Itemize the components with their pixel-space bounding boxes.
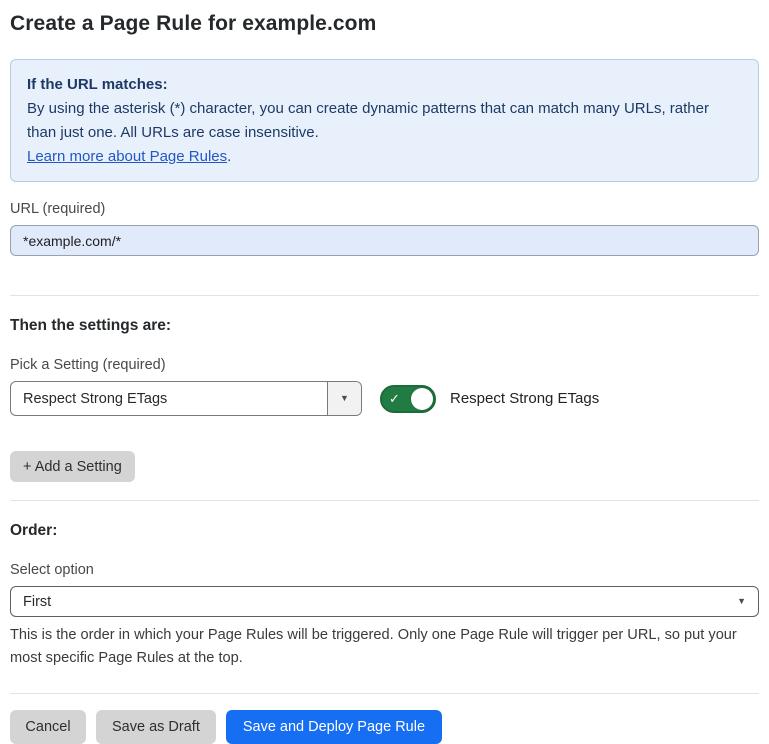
info-box-body: By using the asterisk (*) character, you… — [27, 97, 742, 145]
footer-divider — [10, 693, 759, 694]
url-match-info-box: If the URL matches: By using the asteris… — [10, 59, 759, 182]
learn-more-link[interactable]: Learn more about Page Rules — [27, 148, 227, 165]
order-select-label: Select option — [10, 562, 759, 578]
toggle-label: Respect Strong ETags — [450, 390, 599, 407]
setting-select-arrow-button[interactable]: ▼ — [327, 382, 361, 415]
chevron-down-icon: ▼ — [340, 394, 349, 403]
setting-select[interactable]: Respect Strong ETags ▼ — [10, 381, 362, 416]
info-box-heading: If the URL matches: — [27, 73, 742, 97]
toggle-knob — [411, 388, 433, 410]
page-rule-form: Create a Page Rule for example.com If th… — [0, 0, 769, 744]
url-field-label: URL (required) — [10, 201, 759, 217]
order-help-text: This is the order in which your Page Rul… — [10, 624, 759, 669]
settings-heading: Then the settings are: — [10, 317, 759, 335]
add-setting-button[interactable]: + Add a Setting — [10, 451, 135, 482]
footer-actions: Cancel Save as Draft Save and Deploy Pag… — [10, 710, 759, 744]
check-icon: ✓ — [389, 391, 400, 407]
save-deploy-button[interactable]: Save and Deploy Page Rule — [226, 710, 442, 744]
order-select[interactable]: First ▼ — [10, 586, 759, 617]
order-select-value: First — [11, 594, 737, 610]
cancel-button[interactable]: Cancel — [10, 710, 86, 744]
chevron-down-icon: ▼ — [737, 597, 746, 606]
order-heading: Order: — [10, 522, 759, 540]
setting-select-value: Respect Strong ETags — [11, 382, 327, 415]
save-draft-button[interactable]: Save as Draft — [96, 710, 216, 744]
link-suffix: . — [227, 148, 231, 165]
page-title: Create a Page Rule for example.com — [10, 12, 759, 36]
pick-setting-label: Pick a Setting (required) — [10, 357, 759, 373]
url-input[interactable] — [10, 225, 759, 256]
section-divider — [10, 500, 759, 501]
info-box-link-line: Learn more about Page Rules. — [27, 145, 742, 169]
setting-row: Respect Strong ETags ▼ ✓ Respect Strong … — [10, 381, 759, 416]
setting-toggle[interactable]: ✓ — [380, 385, 436, 413]
section-divider — [10, 295, 759, 296]
